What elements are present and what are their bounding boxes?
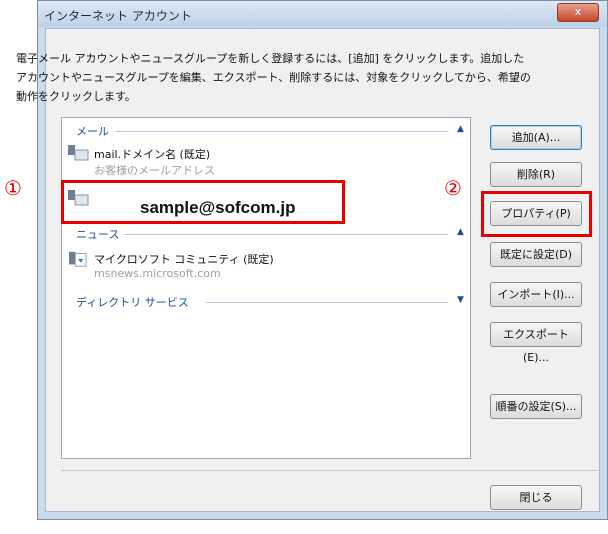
export-button[interactable]: エクスポート(E)... [490,322,582,364]
highlight-properties-button [481,191,592,237]
close-window-button[interactable]: x [557,3,599,22]
collapse-mail-icon[interactable]: ▲ [457,124,464,134]
news-account-name[interactable]: マイクロソフト コミュニティ (既定) [94,251,274,267]
highlight-selected-account [61,180,345,224]
annotation-marker-1: ① [4,176,22,200]
collapse-news-icon[interactable]: ▲ [457,227,464,237]
group-header-mail[interactable]: メール [76,123,109,139]
mail-account-icon [68,145,89,161]
set-default-button[interactable]: 既定に設定(D) [490,242,582,267]
title-bar[interactable]: インターネット アカウント x [38,1,607,27]
news-account-icon [69,251,87,267]
expand-directory-icon[interactable]: ▼ [457,295,464,305]
footer-divider [61,470,598,471]
mail-account-email: お客様のメールアドレス [94,164,215,177]
mail-account-name[interactable]: mail.ドメイン名 (既定) [94,146,210,162]
group-divider [206,302,448,303]
group-divider [116,131,448,132]
group-header-directory[interactable]: ディレクトリ サービス [76,294,189,310]
add-button[interactable]: 追加(A)... [490,125,582,150]
instructions-text: 電子メール アカウントやニュースグループを新しく登録するには、[追加] をクリッ… [16,52,531,103]
window-title: インターネット アカウント [44,9,192,23]
order-settings-button[interactable]: 順番の設定(S)... [490,394,582,419]
close-button[interactable]: 閉じる [490,485,582,510]
annotation-marker-2: ② [444,176,462,200]
import-button[interactable]: インポート(I)... [490,282,582,307]
delete-button[interactable]: 削除(R) [490,162,582,187]
group-divider [124,234,448,235]
news-account-server: msnews.microsoft.com [94,267,221,280]
group-header-news[interactable]: ニュース [76,226,119,242]
